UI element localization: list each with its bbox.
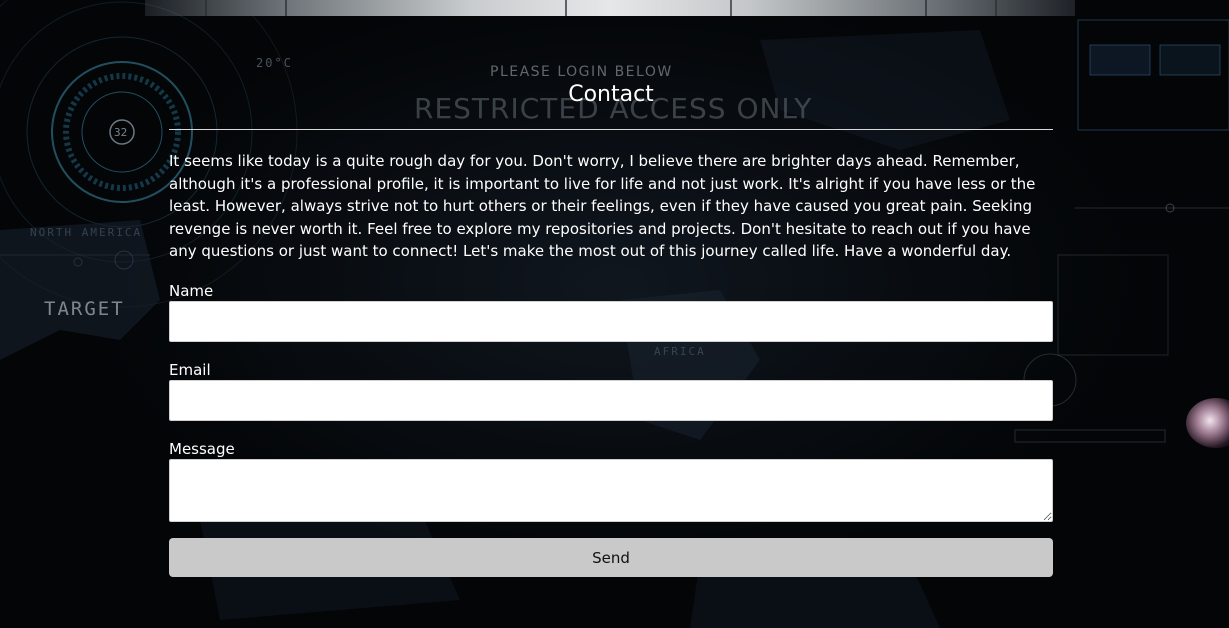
message-label: Message [169,439,235,458]
contact-title: Contact [568,82,654,107]
email-input[interactable] [169,379,1053,421]
hud-dial-number-text: 32 [114,126,128,139]
name-label: Name [169,281,214,300]
message-textarea[interactable] [169,458,1053,522]
name-input[interactable] [169,300,1053,342]
contact-form: Name Email Message Send [169,281,1053,577]
contact-intro-text: It seems like today is a quite rough day… [169,152,1036,260]
hud-north-america-text: NORTH AMERICA [30,226,143,239]
title-divider [169,129,1053,130]
page: PLEASE LOGIN BELOW RESTRICTED ACCESS ONL… [0,0,1229,628]
send-button[interactable]: Send [169,537,1053,577]
hud-target-text: TARGET [44,298,125,320]
email-label: Email [169,360,211,379]
contact-section: Contact It seems like today is a quite r… [169,16,1053,577]
